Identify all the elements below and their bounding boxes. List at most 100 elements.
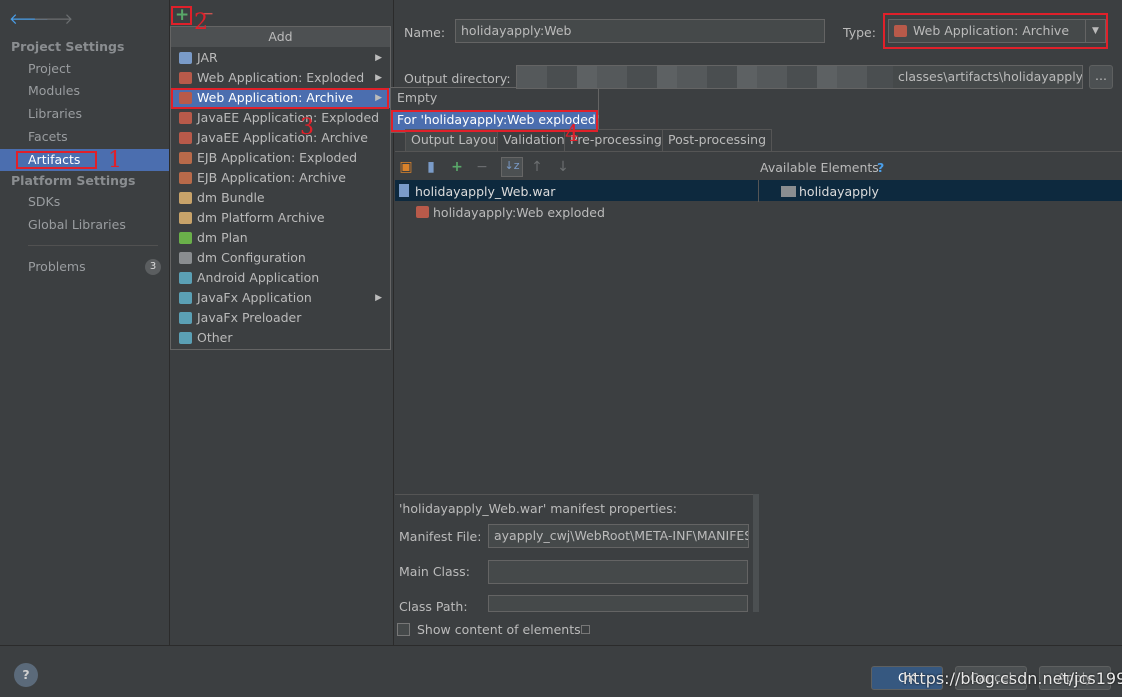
sort-icon[interactable]: ↓z [501, 157, 523, 177]
help-button[interactable]: ? [14, 663, 38, 687]
add-menu-item-label: JavaFx Application [197, 290, 312, 305]
add-menu-item[interactable]: JavaFx Preloader [171, 308, 390, 328]
class-path-field[interactable] [488, 595, 748, 612]
show-content-checkbox[interactable] [397, 623, 410, 636]
javafx-preloader-icon [179, 312, 192, 324]
tree-child-item[interactable]: holidayapply:Web exploded [433, 205, 605, 220]
manifest-file-label: Manifest File: [399, 529, 482, 544]
add-menu-item-label: JavaEE Application: Archive [197, 130, 368, 145]
sidebar: 🡐 🡒 Project Settings Project Modules Lib… [0, 0, 170, 645]
main-class-field[interactable] [488, 560, 748, 584]
type-label: Type: [843, 25, 876, 40]
archive-create-icon[interactable]: ▮ [423, 159, 439, 175]
add-menu-item-label: EJB Application: Exploded [197, 150, 358, 165]
add-menu-item[interactable]: Android Application [171, 268, 390, 288]
annotation-box-artifacts [16, 151, 97, 169]
add-menu-item[interactable]: dm Configuration [171, 248, 390, 268]
main-class-label: Main Class: [399, 564, 470, 579]
tab-validation[interactable]: Validation [497, 129, 571, 151]
output-directory-label: Output directory: [404, 71, 511, 86]
other-icon [179, 332, 192, 344]
problems-label: Problems [28, 259, 86, 274]
war-file-icon [399, 184, 409, 197]
add-menu-item[interactable]: dm Plan [171, 228, 390, 248]
add-menu-item-label: dm Bundle [197, 190, 265, 205]
show-content-label: Show content of elements [417, 622, 581, 637]
manifest-scrollbar[interactable] [753, 494, 759, 612]
add-menu-item[interactable]: EJB Application: Exploded [171, 148, 390, 168]
add-menu-item-label: dm Plan [197, 230, 248, 245]
add-menu-item[interactable]: dm Bundle [171, 188, 390, 208]
name-label: Name: [404, 25, 446, 40]
available-element-item[interactable]: holidayapply [799, 184, 879, 199]
add-element-icon[interactable]: + [449, 159, 465, 175]
annotation-3: 3 [300, 115, 314, 140]
class-path-label: Class Path: [399, 599, 468, 614]
annotation-2: 2 [194, 10, 208, 35]
move-up-icon[interactable]: ↑ [529, 159, 545, 175]
chevron-right-icon: ▶ [375, 73, 382, 83]
add-menu-item[interactable]: JavaFx Application ▶ [171, 288, 390, 308]
dm-configuration-icon [179, 252, 192, 264]
folder-create-icon[interactable]: ▣ [398, 159, 414, 175]
sidebar-item-problems[interactable]: Problems 3 [0, 256, 169, 278]
sidebar-item-project[interactable]: Project [0, 58, 169, 80]
platform-settings-header: Platform Settings [11, 173, 136, 188]
watermark: https://blog.csdn.net/jcs1992 [903, 669, 1122, 688]
tree-root-item[interactable]: holidayapply_Web.war [415, 184, 555, 199]
tab-output-layout[interactable]: Output Layout [405, 129, 507, 151]
add-menu-item-label: Android Application [197, 270, 320, 285]
javafx-application-icon [179, 292, 192, 304]
chevron-right-icon: ▶ [375, 293, 382, 303]
sidebar-item-global-libraries[interactable]: Global Libraries [0, 214, 169, 236]
add-menu-item-label: Other [197, 330, 233, 345]
show-content-options-icon[interactable] [581, 625, 590, 634]
annotation-box-web-archive [171, 88, 389, 109]
output-directory-field[interactable]: classes\artifacts\holidayapply_\ [516, 65, 1083, 89]
tree-split [758, 180, 759, 202]
web-exploded-icon [416, 206, 429, 218]
tabs-underline [395, 151, 1122, 152]
manifest-file-field[interactable]: ayapply_cwj\WebRoot\META-INF\MANIFEST.M [488, 524, 749, 548]
javaee-exploded-icon [179, 112, 192, 124]
browse-button[interactable]: ... [1089, 65, 1113, 89]
add-menu-item[interactable]: JavaEE Application: Exploded [171, 108, 390, 128]
tab-post-processing[interactable]: Post-processing [662, 129, 773, 151]
dm-platform-archive-icon [179, 212, 192, 224]
help-icon[interactable]: ? [877, 160, 884, 175]
sidebar-item-modules[interactable]: Modules [0, 80, 169, 102]
add-menu-item-label: JavaEE Application: Exploded [197, 110, 380, 125]
manifest-title: 'holidayapply_Web.war' manifest properti… [399, 501, 677, 516]
output-directory-value: classes\artifacts\holidayapply_\ [898, 69, 1083, 84]
add-menu-item[interactable]: EJB Application: Archive [171, 168, 390, 188]
sidebar-item-sdks[interactable]: SDKs [0, 191, 169, 213]
add-menu-item-label: Web Application: Exploded [197, 70, 365, 85]
ejb-exploded-icon [179, 152, 192, 164]
add-menu-item-label: EJB Application: Archive [197, 170, 346, 185]
add-menu-item[interactable]: Web Application: Exploded ▶ [171, 68, 390, 88]
remove-element-icon[interactable]: − [474, 159, 490, 175]
arrow-right-icon[interactable]: 🡒 [33, 9, 73, 28]
add-menu-item-label: dm Platform Archive [197, 210, 325, 225]
dm-plan-icon [179, 232, 192, 244]
sidebar-item-facets[interactable]: Facets [0, 126, 169, 148]
jar-icon [179, 52, 192, 64]
tab-pre-processing[interactable]: Pre-processing [564, 129, 668, 151]
annotation-box-add [171, 6, 192, 25]
add-menu-item-label: dm Configuration [197, 250, 306, 265]
problems-count-badge: 3 [145, 259, 161, 275]
annotation-4: 4 [565, 122, 579, 147]
add-menu-item[interactable]: JAR ▶ [171, 48, 390, 68]
move-down-icon[interactable]: ↓ [555, 159, 571, 175]
submenu-item-empty[interactable]: Empty [391, 88, 598, 108]
add-artifact-menu: Add JAR ▶ Web Application: Exploded ▶ Web Ap… [170, 26, 391, 350]
add-menu-item[interactable]: Other [171, 328, 390, 348]
annotation-1: 1 [108, 148, 122, 173]
add-menu-item[interactable]: JavaEE Application: Archive [171, 128, 390, 148]
project-settings-header: Project Settings [11, 39, 125, 54]
add-menu-item[interactable]: dm Platform Archive [171, 208, 390, 228]
name-field[interactable]: holidayapply:Web [455, 19, 825, 43]
ejb-archive-icon [179, 172, 192, 184]
module-folder-icon [781, 186, 796, 197]
sidebar-item-libraries[interactable]: Libraries [0, 103, 169, 125]
